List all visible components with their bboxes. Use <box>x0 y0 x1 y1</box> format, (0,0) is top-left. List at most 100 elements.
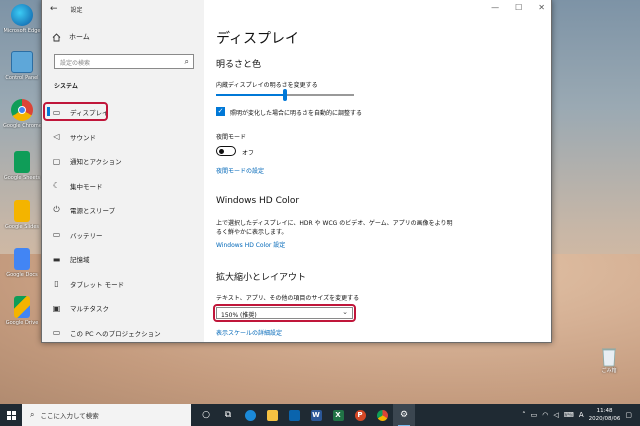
desktop-icon-slides[interactable]: Google Slides <box>3 200 41 230</box>
keyboard-icon[interactable]: ⌨ <box>564 411 574 419</box>
sidebar-item-tablet[interactable]: ▯ タブレット モード <box>42 272 204 297</box>
sidebar-item-label: 電源とスリープ <box>70 207 116 216</box>
taskbar-powerpoint[interactable]: P <box>349 404 371 426</box>
search-icon: ⌕ <box>30 410 35 419</box>
chevron-down-icon: ⌄ <box>342 308 348 316</box>
sidebar-item-label: タブレット モード <box>70 280 125 289</box>
sidebar-item-battery[interactable]: ▭ バッテリー <box>42 223 204 248</box>
hdr-description: 上で選択したディスプレイに、HDR や WCG のビデオ、ゲーム、アプリの画像を… <box>216 220 453 236</box>
folder-icon <box>266 409 278 421</box>
tablet-icon: ▯ <box>54 279 59 289</box>
wifi-icon[interactable]: ◠ <box>542 411 548 419</box>
taskbar-search-box[interactable]: ⌕ ここに入力して検索 <box>22 404 191 426</box>
scale-dropdown[interactable]: 150% (推奨) ⌄ <box>216 307 353 319</box>
sidebar-item-label: 通知とアクション <box>70 158 122 167</box>
power-icon: ⏻ <box>53 205 60 215</box>
control-panel-icon <box>11 51 33 73</box>
home-nav-item[interactable]: ホーム <box>52 32 90 42</box>
windows-logo-icon <box>6 410 16 420</box>
night-mode-toggle[interactable] <box>216 146 236 156</box>
cortana-button[interactable]: ○ <box>195 404 217 426</box>
sidebar-item-display[interactable]: ▭ ディスプレイ <box>42 100 204 125</box>
active-indicator <box>47 107 50 116</box>
cortana-icon: ○ <box>202 410 210 420</box>
gear-icon: ⚙ <box>399 410 409 420</box>
close-button[interactable]: ✕ <box>538 3 545 12</box>
sidebar-item-multitask[interactable]: ▣ マルチタスク <box>42 296 204 321</box>
night-mode-state: オフ <box>242 150 255 157</box>
search-icon[interactable]: ⌕ <box>185 57 189 67</box>
powerpoint-icon: P <box>354 409 366 421</box>
taskbar-mail[interactable] <box>283 404 305 426</box>
taskbar-excel[interactable]: X <box>327 404 349 426</box>
taskbar-explorer[interactable] <box>261 404 283 426</box>
sidebar-item-notifications[interactable]: ▢ 通知とアクション <box>42 149 204 174</box>
projection-icon: ▭ <box>52 328 61 338</box>
sidebar: ← 設定 ホーム 設定の検索 ⌕ システム ▭ ディスプレイ ◁ サウンド ▢ <box>42 0 204 342</box>
sidebar-item-label: 記憶域 <box>70 256 90 265</box>
sidebar-item-sound[interactable]: ◁ サウンド <box>42 125 204 150</box>
taskbar-edge[interactable] <box>239 404 261 426</box>
auto-brightness-checkbox[interactable]: ✓ <box>216 107 225 116</box>
advanced-scale-link[interactable]: 表示スケールの詳細設定 <box>216 328 282 337</box>
home-label: ホーム <box>69 33 90 41</box>
desktop-icon-drive[interactable]: Google Drive <box>3 296 41 326</box>
battery-icon[interactable]: ▭ <box>531 411 538 419</box>
desktop-icon-sheets[interactable]: Google Sheets <box>3 151 41 181</box>
drive-icon <box>14 296 30 318</box>
minimize-button[interactable]: — <box>491 3 499 12</box>
sidebar-item-storage[interactable]: ▬ 記憶域 <box>42 247 204 272</box>
sidebar-item-power[interactable]: ⏻ 電源とスリープ <box>42 198 204 223</box>
notification-icon: ▢ <box>52 156 61 166</box>
sidebar-item-label: マルチタスク <box>70 305 109 314</box>
page-title: ディスプレイ <box>216 31 300 47</box>
mail-icon <box>288 409 300 421</box>
task-view-button[interactable]: ⧉ <box>217 404 239 426</box>
night-mode-settings-link[interactable]: 夜間モードの設定 <box>216 166 264 175</box>
notification-center-icon[interactable]: ▢ <box>625 411 632 419</box>
taskbar-settings[interactable]: ⚙ <box>393 404 415 426</box>
scale-label: テキスト、アプリ、その他の項目のサイズを変更する <box>216 295 360 302</box>
edge-icon <box>244 409 256 421</box>
clock-time: 11:48 <box>596 408 613 414</box>
sidebar-item-label: 集中モード <box>70 182 103 191</box>
taskbar-word[interactable]: W <box>305 404 327 426</box>
excel-icon: X <box>332 409 344 421</box>
start-button[interactable] <box>0 404 22 426</box>
word-icon: W <box>310 409 322 421</box>
brightness-slider-thumb[interactable] <box>283 89 287 101</box>
sidebar-item-focus[interactable]: ☾ 集中モード <box>42 174 204 199</box>
hdr-settings-link[interactable]: Windows HD Color 設定 <box>216 240 285 249</box>
desktop-icon-chrome[interactable]: Google Chrome <box>3 99 41 129</box>
window-controls: — ☐ ✕ <box>491 3 545 12</box>
desktop-icon-edge[interactable]: Microsoft Edge <box>3 4 41 34</box>
brightness-slider[interactable] <box>216 89 354 101</box>
hdr-section-heading: Windows HD Color <box>216 196 300 206</box>
slides-icon <box>14 200 30 222</box>
sidebar-section-title: システム <box>54 83 78 90</box>
main-content: — ☐ ✕ ディスプレイ 明るさと色 内蔵ディスプレイの明るさを変更する ✓ 照… <box>204 0 551 342</box>
speaker-icon: ◁ <box>53 132 60 142</box>
sidebar-item-label: サウンド <box>70 133 96 142</box>
ime-indicator[interactable]: A <box>579 411 584 419</box>
taskbar-chrome[interactable] <box>371 404 393 426</box>
settings-search-input[interactable]: 設定の検索 ⌕ <box>54 54 194 69</box>
recycle-bin-icon <box>599 345 619 367</box>
desktop-icon-control-panel[interactable]: Control Panel <box>3 51 41 81</box>
back-arrow-icon[interactable]: ← <box>50 4 58 14</box>
toggle-knob <box>219 148 224 154</box>
chevron-up-icon[interactable]: ˄ <box>522 411 526 419</box>
maximize-button[interactable]: ☐ <box>515 3 522 12</box>
moon-icon: ☾ <box>52 181 61 191</box>
taskbar-apps: ○ ⧉ W X P ⚙ <box>195 404 415 426</box>
window-title: 設定 <box>70 6 83 14</box>
desktop-icon-docs[interactable]: Google Docs <box>3 248 41 278</box>
clock[interactable]: 11:48 2020/08/06 <box>589 407 621 423</box>
volume-icon[interactable]: ◁ <box>553 411 558 419</box>
highlight-box <box>43 102 108 121</box>
sidebar-item-projection[interactable]: ▭ この PC へのプロジェクション <box>42 321 204 346</box>
system-tray: ˄ ▭ ◠ ◁ ⌨ A 11:48 2020/08/06 ▢ <box>522 404 632 426</box>
battery-icon: ▭ <box>52 230 61 240</box>
desktop-icon-recycle-bin[interactable]: ごみ箱 <box>593 345 625 374</box>
chrome-icon <box>11 99 33 121</box>
